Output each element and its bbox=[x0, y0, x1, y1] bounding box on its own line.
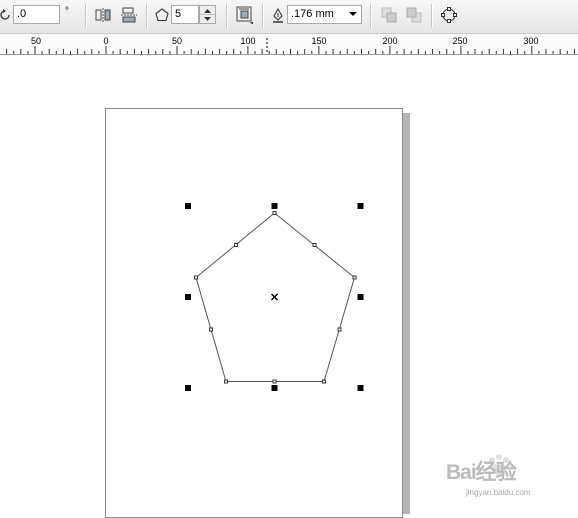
node-point[interactable] bbox=[272, 379, 277, 384]
selection-handle-bottom-left[interactable] bbox=[185, 385, 191, 391]
selection-handle-top-right[interactable] bbox=[357, 203, 364, 209]
selection-handle-bottom-right[interactable] bbox=[357, 385, 364, 391]
selection-handle-right[interactable] bbox=[357, 294, 364, 300]
node-point[interactable] bbox=[209, 327, 213, 332]
node-point[interactable] bbox=[352, 275, 357, 280]
drawing-canvas bbox=[185, 203, 364, 391]
node-point[interactable] bbox=[234, 243, 238, 247]
center-marker-icon[interactable] bbox=[271, 293, 278, 301]
node-point[interactable] bbox=[337, 327, 342, 332]
watermark-url: jingyan.baidu.com bbox=[466, 488, 531, 497]
node-point[interactable] bbox=[272, 211, 277, 215]
watermark-logo: Bai经验 bbox=[446, 461, 517, 484]
node-point[interactable] bbox=[322, 379, 326, 384]
node-point[interactable] bbox=[224, 379, 228, 384]
selection-handle-bottom[interactable] bbox=[271, 385, 278, 391]
node-point[interactable] bbox=[312, 243, 317, 247]
selection-handle-left[interactable] bbox=[185, 294, 191, 300]
node-point[interactable] bbox=[194, 275, 198, 280]
selection-handle-top-left[interactable] bbox=[185, 203, 191, 209]
selection-handle-top[interactable] bbox=[271, 203, 278, 209]
